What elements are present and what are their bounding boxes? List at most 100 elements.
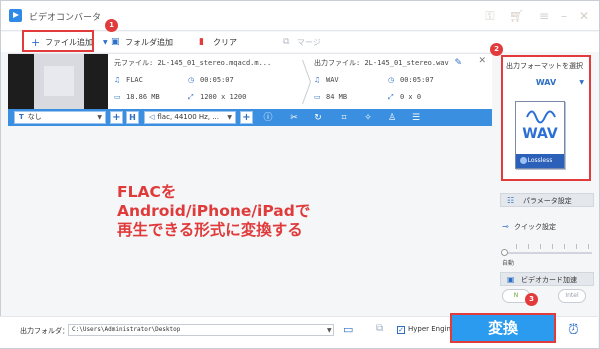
source-duration-value: 00:05:07 — [200, 76, 234, 84]
quick-icon: ⊸ — [502, 222, 509, 231]
edit-output-icon[interactable]: ✎ — [454, 58, 462, 68]
source-format-value: FLAC — [126, 76, 143, 84]
hyper-engine-checkbox[interactable]: ✓ Hyper Engine — [397, 325, 455, 334]
quality-slider[interactable] — [501, 249, 592, 256]
parameter-settings-label: パラメータ設定 — [523, 197, 572, 205]
merge-files-icon[interactable]: ⧉ — [376, 323, 388, 335]
source-filename: 2L-145_01_stereo.mqacd.m... — [157, 59, 272, 67]
quick-settings-label: クイック設定 — [514, 223, 556, 231]
music-icon: ♫ — [114, 76, 121, 84]
hyper-engine-label: Hyper Engine — [408, 325, 456, 333]
source-duration: ◷ 00:05:07 — [188, 76, 234, 84]
format-select[interactable]: WAV ▼ — [506, 75, 586, 91]
cart-icon[interactable]: 🛒︎ — [509, 9, 524, 23]
merge-button[interactable]: ⧉ マージ — [281, 34, 321, 51]
info-icon[interactable]: ⓘ — [262, 112, 274, 124]
source-size: ▭ 18.86 MB — [114, 93, 160, 101]
slider-knob[interactable] — [501, 249, 508, 256]
cut-icon[interactable]: ✂ — [288, 112, 300, 124]
remove-file-icon[interactable]: ✕ — [478, 56, 486, 66]
file-thumbnail[interactable] — [8, 54, 108, 110]
source-file-line: 元ファイル: 2L-145_01_stereo.mqacd.m... — [114, 58, 271, 68]
edit-bar: T なし ▼ + H ◁ flac, 44100 Hz, ... ▼ + ⓘ ✂ ↻ ⌗… — [8, 109, 492, 126]
folder-plus-icon: ▣ — [111, 37, 120, 47]
app-title: ビデオコンバータ — [29, 13, 102, 23]
minimize-icon[interactable]: – — [557, 9, 571, 23]
output-format-value: WAV — [326, 76, 339, 84]
format-panel-title: 出力フォーマットを選択 — [506, 62, 583, 70]
intel-toggle[interactable]: Intel — [558, 289, 586, 303]
add-file-highlight — [22, 30, 94, 52]
checkbox[interactable]: ✓ — [397, 326, 405, 334]
subtitle-edit-button[interactable]: H — [126, 111, 139, 124]
key-icon[interactable]: ⚿ — [483, 9, 497, 23]
music-icon: ♫ — [314, 76, 321, 84]
add-folder-button[interactable]: ▣ フォルダ追加 — [109, 34, 173, 51]
audio-track-value: flac, 44100 Hz, ... — [157, 113, 219, 121]
subtitle-select[interactable]: T なし ▼ — [14, 111, 106, 124]
audio-track-select[interactable]: ◁ flac, 44100 Hz, ... ▼ — [144, 111, 236, 124]
source-format: ♫ FLAC — [114, 76, 143, 84]
subtitle-tool-icon[interactable]: ☰ — [410, 112, 422, 124]
gpu-acceleration: ▣ ビデオカード加速 — [500, 272, 594, 286]
trash-icon: ▮ — [199, 37, 204, 47]
output-duration: ◷ 00:05:07 — [388, 76, 434, 84]
menu-icon[interactable]: ≡ — [537, 9, 551, 23]
caption-line-2: Android/iPhone/iPadで — [117, 202, 311, 220]
add-file-dropdown[interactable]: ▼ — [95, 34, 108, 51]
step-badge-1: 1 — [105, 19, 118, 32]
convert-button[interactable]: 変換 — [450, 313, 556, 343]
output-size-value: 84 MB — [326, 93, 348, 101]
gpu-acceleration-label: ビデオカード加速 — [521, 276, 577, 284]
clock-icon: ◷ — [388, 76, 395, 84]
clear-button[interactable]: ▮ クリア — [197, 34, 237, 51]
gpu-options: N Intel — [500, 289, 594, 303]
output-format: ♫ WAV — [314, 76, 339, 84]
clock-icon: ◷ — [188, 76, 195, 84]
alarm-clock-icon[interactable]: ⏰︎ — [568, 322, 584, 338]
output-duration-value: 00:05:07 — [400, 76, 434, 84]
resize-icon: ⤢ — [388, 93, 394, 101]
add-subtitle-button[interactable]: + — [110, 111, 123, 124]
open-folder-icon[interactable]: ▭ — [343, 324, 357, 335]
format-select-value: WAV — [535, 78, 557, 87]
output-folder-label: 出力フォルダ： — [20, 327, 69, 335]
chip-icon: ▣ — [507, 275, 515, 284]
folder-icon: ▭ — [114, 93, 121, 101]
output-file-line: 出力ファイル: 2L-145_01_stereo.wav — [314, 58, 449, 68]
effect-icon[interactable]: ✧ — [362, 112, 374, 124]
convert-arrow-icon — [296, 60, 310, 104]
source-size-value: 18.86 MB — [126, 93, 160, 101]
output-label: 出力ファイル: — [314, 59, 361, 67]
file-row[interactable]: 元ファイル: 2L-145_01_stereo.mqacd.m... ♫ FLAC… — [8, 53, 492, 110]
chevron-down-icon[interactable]: ▼ — [327, 327, 332, 334]
add-folder-label: フォルダ追加 — [125, 38, 173, 47]
output-resolution-value: 0 x 0 — [400, 93, 422, 101]
caption-line-1: FLACを — [117, 183, 177, 201]
quick-settings: ⊸ クイック設定 — [500, 220, 594, 234]
parameter-settings-button[interactable]: ☷ パラメータ設定 — [500, 193, 594, 207]
subtitle-value: なし — [27, 113, 42, 121]
add-audio-button[interactable]: + — [240, 111, 253, 124]
subtitle-icon: T — [19, 113, 24, 121]
crop-icon[interactable]: ⌗ — [338, 112, 350, 124]
intel-label: Intel — [565, 292, 579, 299]
format-icon-label: WAV — [522, 126, 558, 142]
folder-icon: ▭ — [314, 93, 321, 101]
waveform-icon — [526, 110, 556, 124]
nvidia-label: N — [513, 292, 519, 299]
app-logo-icon — [9, 9, 22, 22]
resize-icon: ⤢ — [188, 93, 194, 101]
output-resolution: ⤢ 0 x 0 — [388, 93, 421, 102]
watermark-icon[interactable]: ♙ — [386, 112, 398, 124]
output-size: ▭ 84 MB — [314, 93, 347, 101]
close-window-icon[interactable]: ✕ — [577, 9, 591, 23]
source-resolution-value: 1200 x 1200 — [200, 93, 247, 101]
wav-format-icon[interactable]: WAV Lossless — [515, 101, 565, 169]
source-resolution: ⤢ 1200 x 1200 — [188, 93, 246, 102]
output-folder-field[interactable]: C:\Users\Administrator\Desktop — [68, 324, 334, 336]
output-format-panel[interactable]: 出力フォーマットを選択 WAV ▼ WAV Lossless — [501, 55, 591, 181]
rotate-icon[interactable]: ↻ — [312, 112, 324, 124]
chevron-down-icon: ▼ — [579, 79, 584, 86]
promo-caption: FLACを Android/iPhone/iPadで 再生できる形式に変換する — [117, 183, 310, 240]
